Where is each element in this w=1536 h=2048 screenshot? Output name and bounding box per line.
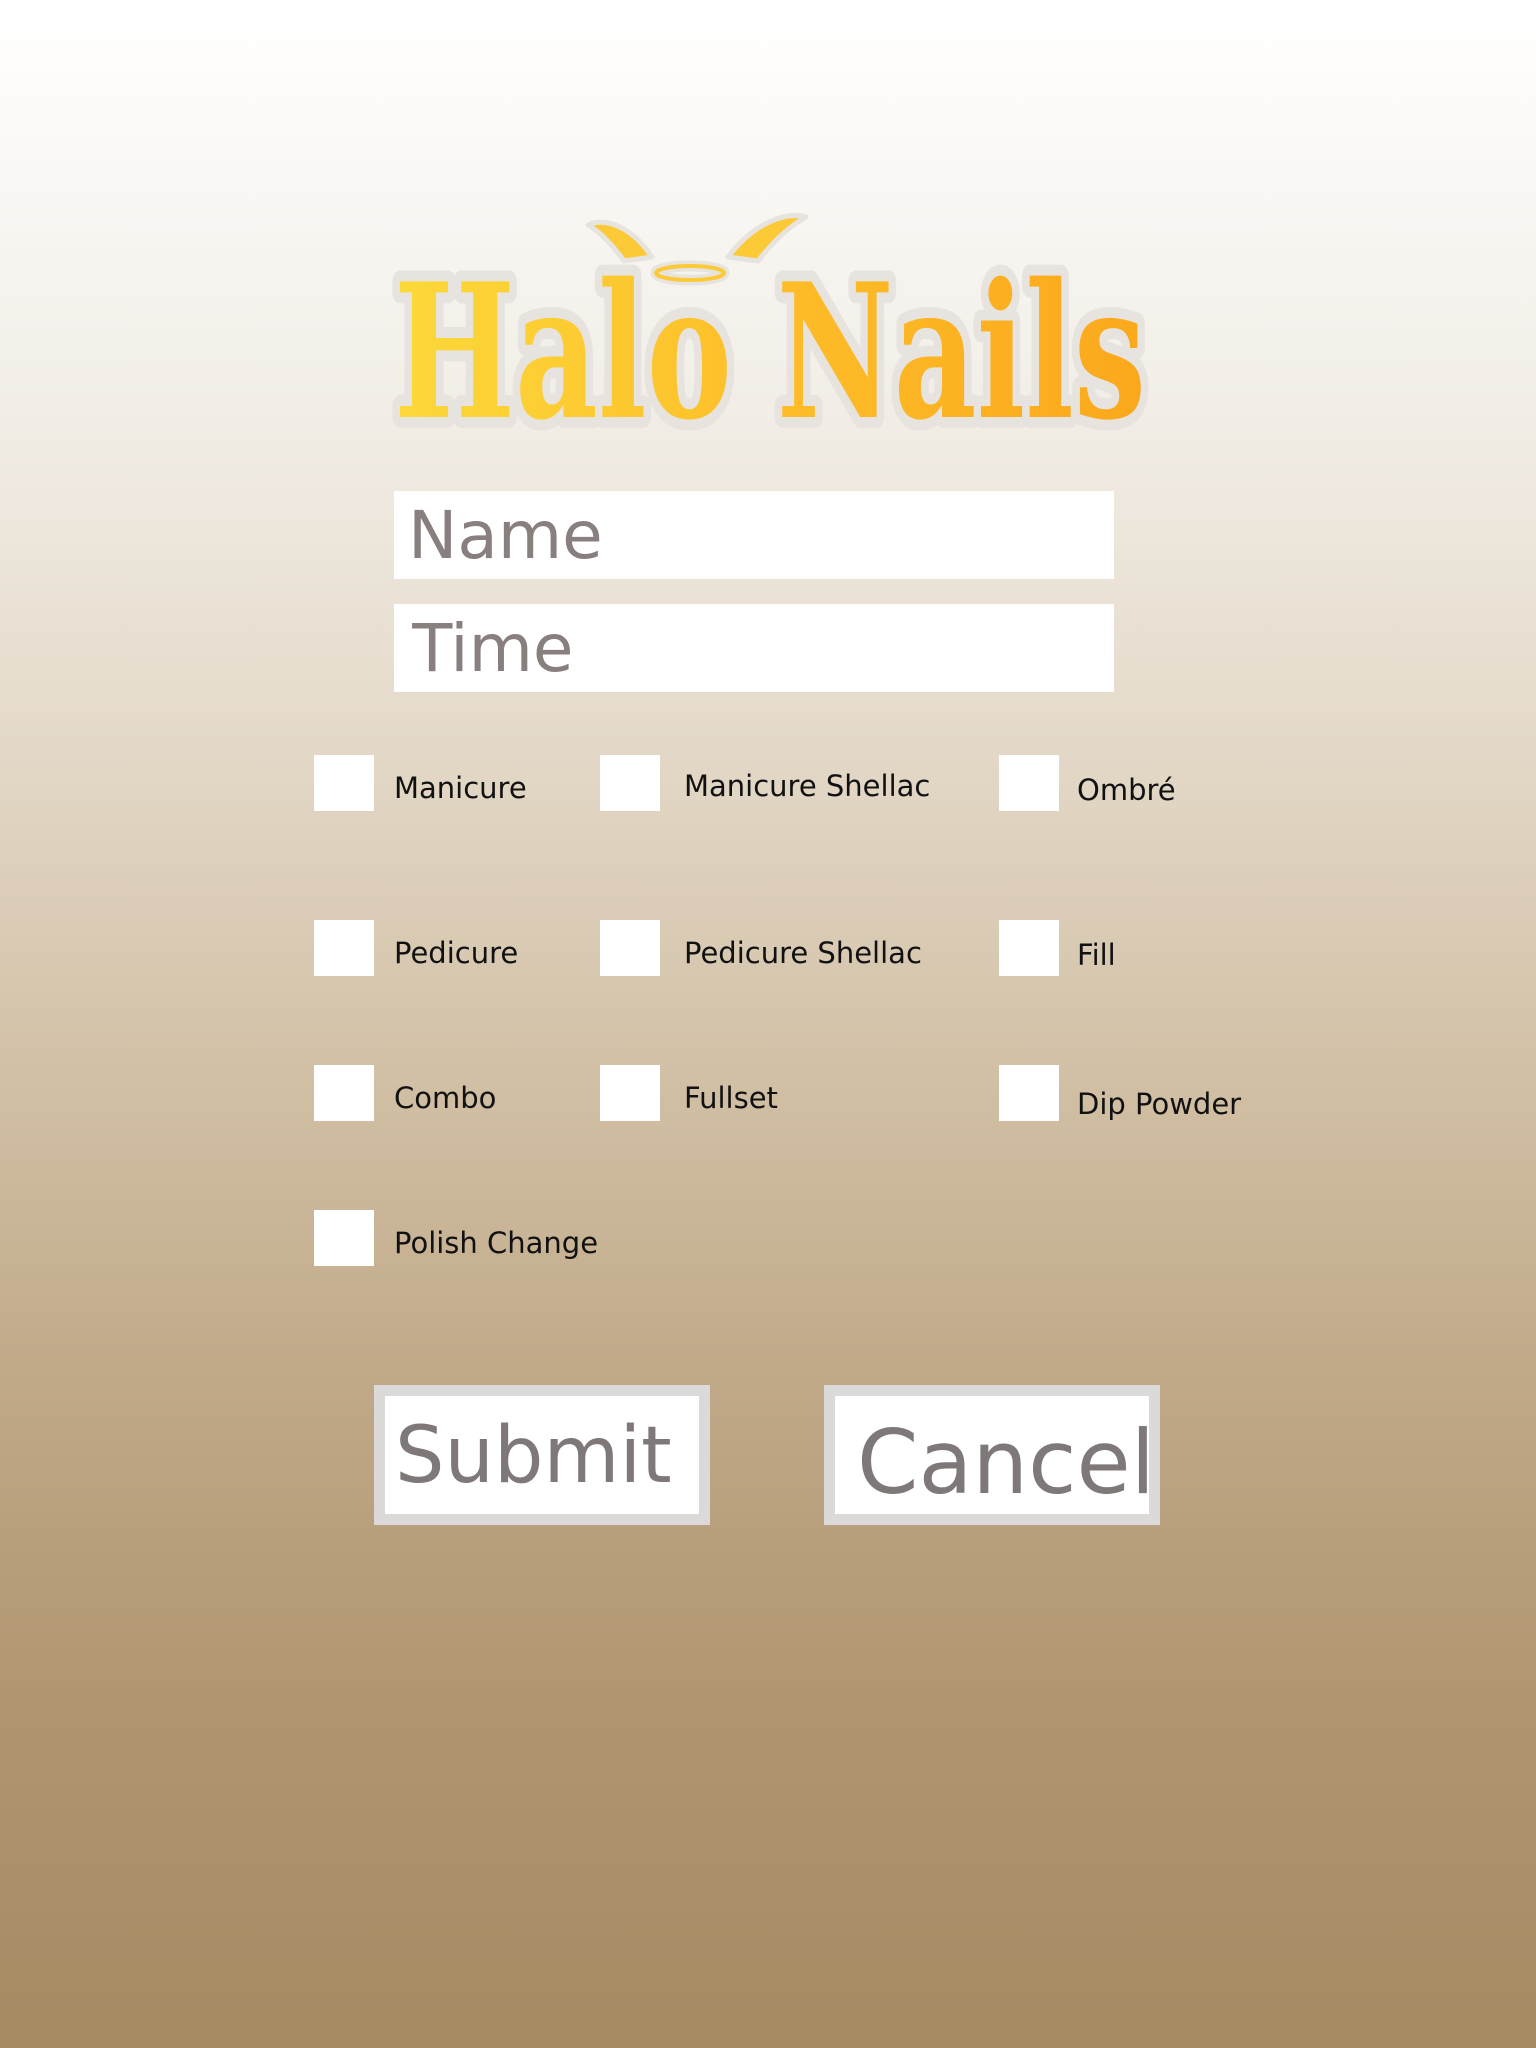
checkbox-dip-powder[interactable] xyxy=(999,1065,1059,1121)
checkbox-manicure[interactable] xyxy=(314,755,374,811)
checkbox-label: Pedicure Shellac xyxy=(684,936,922,970)
checkbox-label: Manicure Shellac xyxy=(684,769,931,803)
time-input[interactable] xyxy=(394,604,1114,692)
checkbox-combo[interactable] xyxy=(314,1065,374,1121)
cancel-button[interactable]: Cancel xyxy=(824,1385,1160,1525)
checkbox-fullset[interactable] xyxy=(600,1065,660,1121)
checkbox-fill[interactable] xyxy=(999,920,1059,976)
checkbox-label: Ombré xyxy=(1077,773,1176,807)
checkbox-label: Dip Powder xyxy=(1077,1087,1242,1121)
checkbox-label: Fill xyxy=(1077,938,1116,972)
checkbox-pedicure-shellac[interactable] xyxy=(600,920,660,976)
svg-text:Halo Nails: Halo Nails xyxy=(394,242,1146,455)
checkbox-polish-change[interactable] xyxy=(314,1210,374,1266)
name-input[interactable] xyxy=(394,491,1114,579)
logo-text: Halo Nails Halo Nails xyxy=(383,231,1157,455)
checkbox-pedicure[interactable] xyxy=(314,920,374,976)
checkbox-label: Fullset xyxy=(684,1081,778,1115)
submit-button[interactable]: Submit xyxy=(374,1385,710,1525)
checkbox-ombre[interactable] xyxy=(999,755,1059,811)
halo-nails-logo: Halo Nails Halo Nails xyxy=(370,195,1170,455)
checkbox-label: Combo xyxy=(394,1081,497,1115)
checkbox-label: Manicure xyxy=(394,771,527,805)
checkbox-label: Pedicure xyxy=(394,936,519,970)
checkbox-label: Polish Change xyxy=(394,1226,599,1260)
checkbox-manicure-shellac[interactable] xyxy=(600,755,660,811)
